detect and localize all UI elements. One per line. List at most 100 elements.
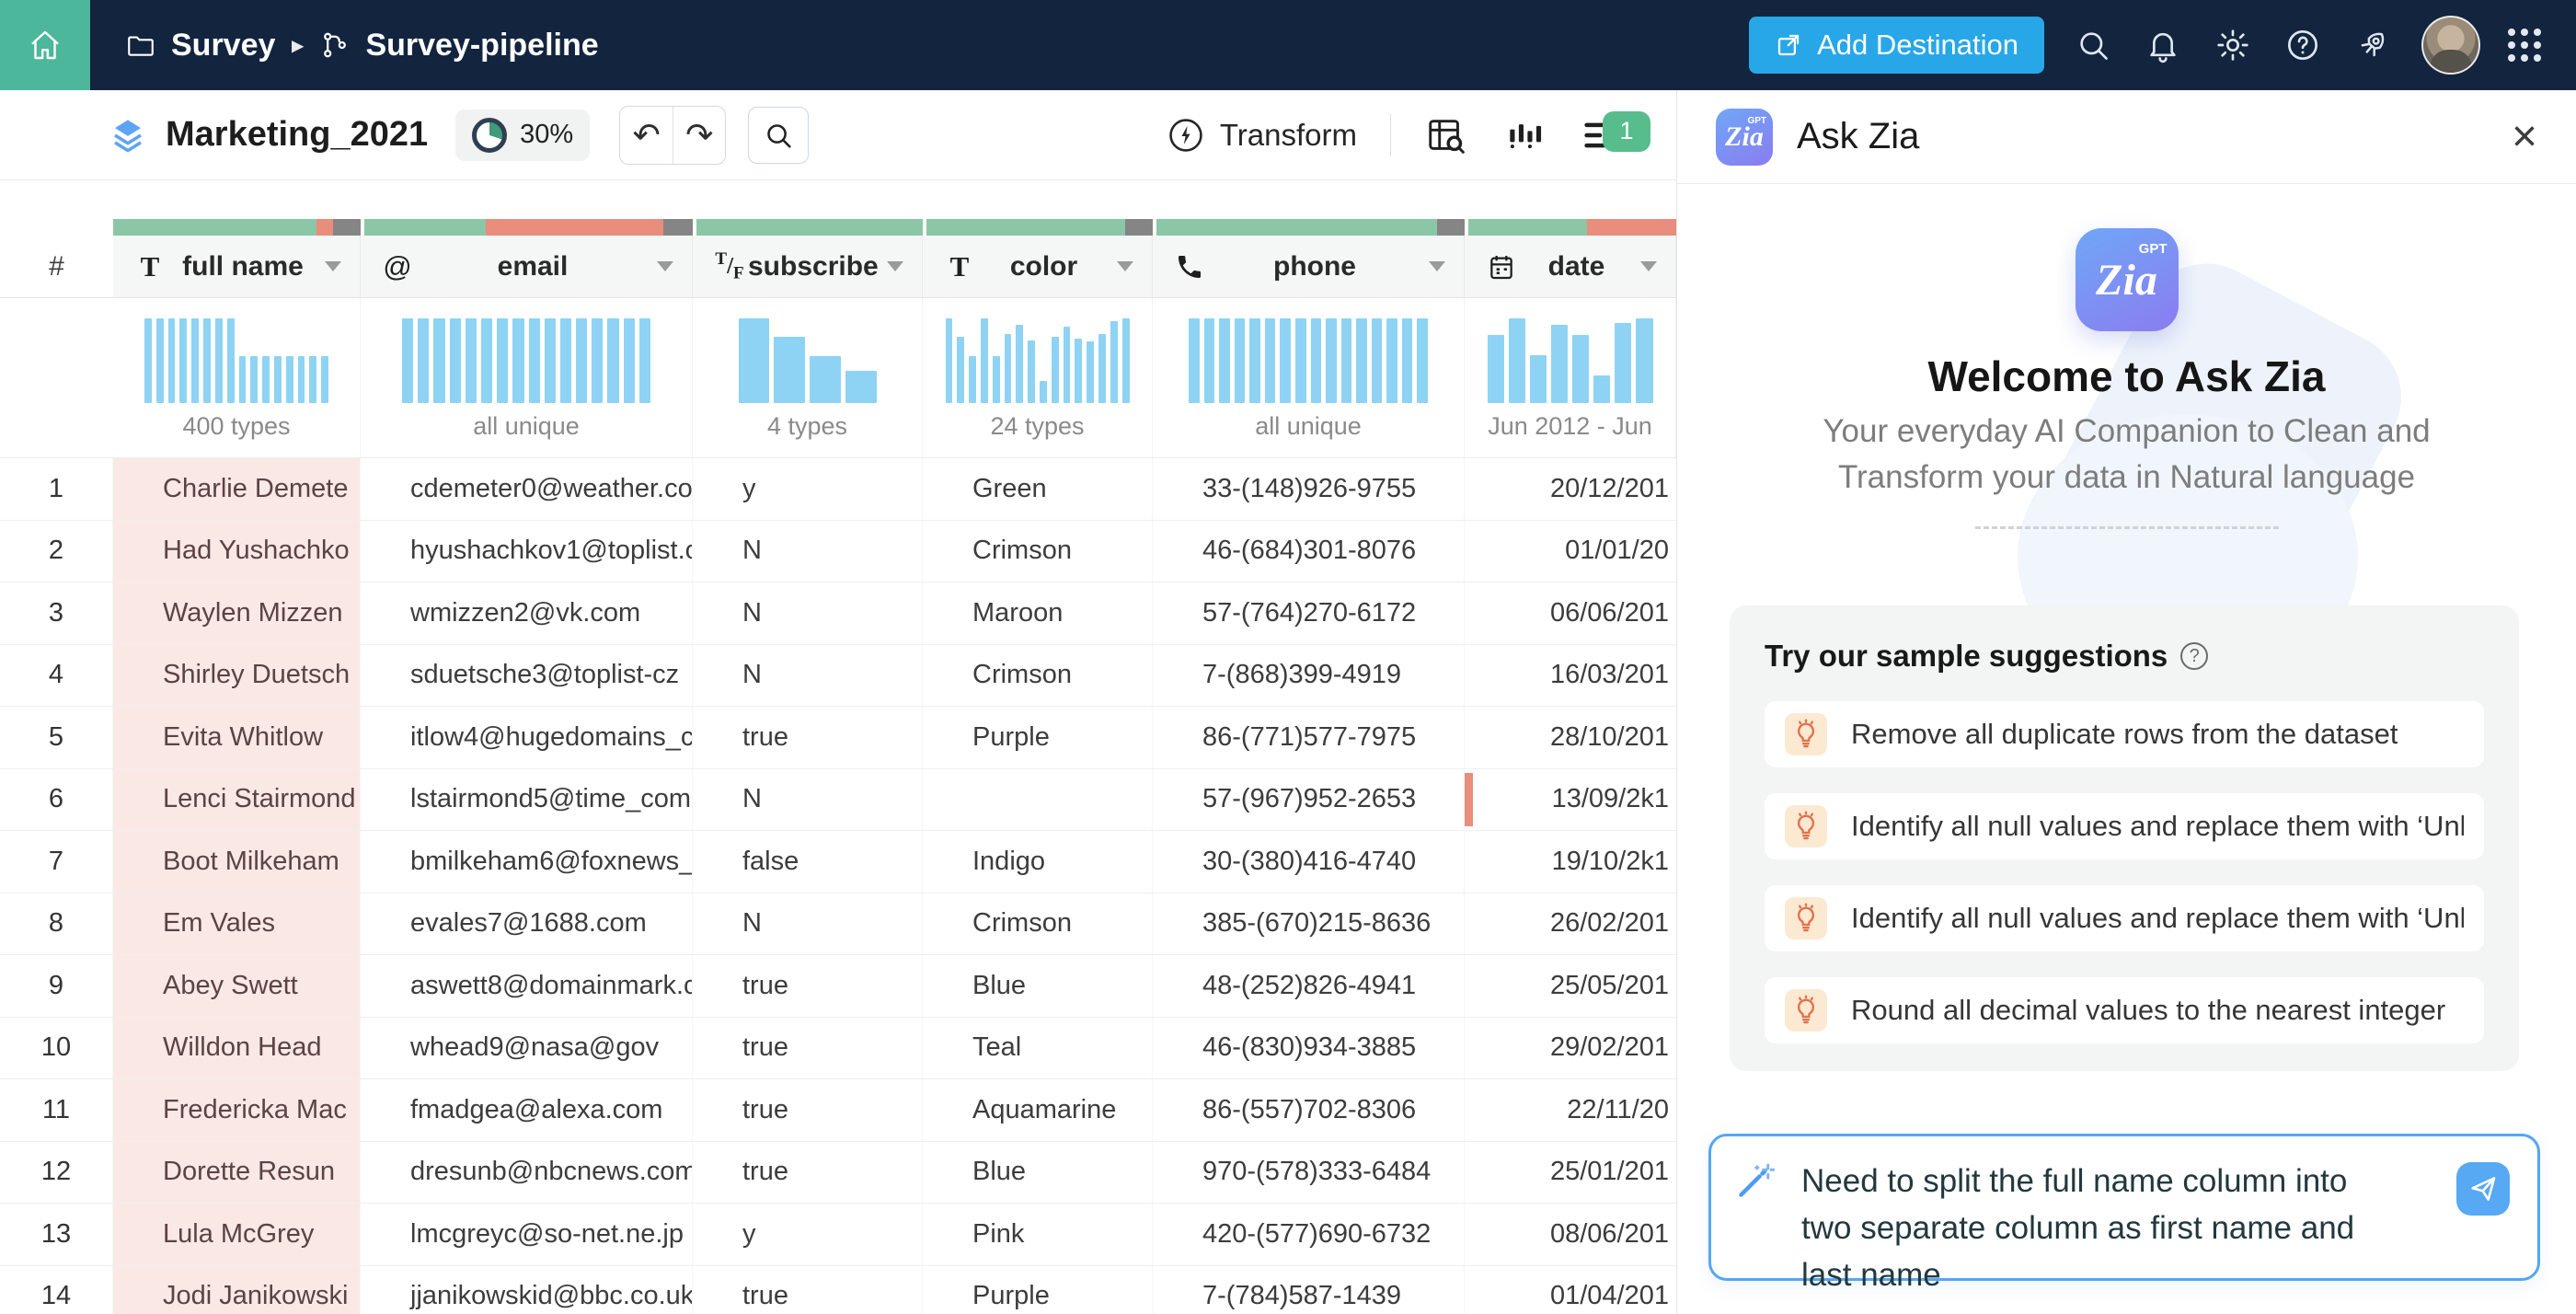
histogram-bar <box>1593 375 1610 403</box>
table-search-button[interactable] <box>748 107 809 164</box>
cell-subscriber: true <box>693 1018 923 1079</box>
histogram-bars <box>1488 318 1653 403</box>
chevron-down-icon[interactable] <box>887 261 903 271</box>
column-header-email[interactable]: @email <box>361 236 693 297</box>
cell-full_name: Shirley Duetsch <box>163 660 350 690</box>
table-row-11: 11Fredericka Macfmadgea@alexa.comtrueAqu… <box>0 1079 1676 1142</box>
table-row-7: 7Boot Milkehambmilkeham6@foxnews_cofalse… <box>0 831 1676 893</box>
histogram-subscriber[interactable]: 4 types <box>693 298 923 457</box>
zia-gpt-badge: GPT <box>1747 116 1766 126</box>
search-icon[interactable] <box>2072 24 2114 66</box>
column-stats-icon[interactable] <box>1501 113 1546 157</box>
table-row-12: 12Dorette Resundresunb@nbcnews.comtrueBl… <box>0 1142 1676 1204</box>
cell-email: whead9@nasa@gov <box>410 1032 659 1063</box>
cell-num: 10 <box>41 1032 71 1063</box>
suggestion-chip-1[interactable]: Remove all duplicate rows from the datas… <box>1765 701 2484 767</box>
cell-phone: 46-(830)934-3885 <box>1153 1018 1465 1079</box>
cell-date: 19/10/2k1 <box>1465 831 1676 893</box>
column-header-subscriber[interactable]: T/Fsubscriber <box>693 236 923 297</box>
rocket-icon[interactable] <box>2352 24 2394 66</box>
bell-icon[interactable] <box>2142 24 2184 66</box>
user-avatar[interactable] <box>2421 16 2480 75</box>
cell-phone: 385-(670)215-8636 <box>1153 893 1465 955</box>
app-root: Survey ▸ Survey-pipeline Add Destination <box>0 0 2576 1314</box>
histogram-bar <box>191 318 199 403</box>
cell-subscriber: true <box>742 1157 788 1187</box>
cell-color: Teal <box>923 1018 1153 1079</box>
send-button[interactable] <box>2456 1162 2510 1216</box>
transform-button[interactable]: Transform <box>1167 116 1357 155</box>
quality-segment-red <box>1587 219 1676 236</box>
zia-input-text[interactable]: Need to split the full name column into … <box>1801 1158 2390 1298</box>
histogram-full-name[interactable]: 400 types <box>113 298 361 457</box>
cell-date: 25/05/201 <box>1550 971 1669 1001</box>
chevron-down-icon[interactable] <box>325 261 341 271</box>
histogram-bar <box>545 318 556 403</box>
histogram-bar <box>607 318 618 403</box>
steps-count-badge: 1 <box>1603 111 1650 152</box>
cell-email: jjanikowskid@bbc.co.uk <box>361 1266 693 1314</box>
cell-num: 4 <box>49 660 63 690</box>
suggestion-chip-2[interactable]: Identify all null values and replace the… <box>1765 793 2484 859</box>
cell-phone: 86-(771)577-7975 <box>1202 722 1416 753</box>
cell-subscriber: y <box>742 474 756 504</box>
cell-date: 22/11/20 <box>1465 1079 1676 1141</box>
preview-table-icon[interactable] <box>1424 113 1468 157</box>
cell-subscriber: N <box>693 582 923 644</box>
zia-input[interactable]: Need to split the full name column into … <box>1708 1134 2540 1281</box>
help-icon[interactable] <box>2282 24 2324 66</box>
histogram-date[interactable]: Jun 2012 - Jun <box>1465 298 1676 457</box>
index-histogram-spacer <box>0 298 113 457</box>
histogram-color[interactable]: 24 types <box>923 298 1153 457</box>
data-quality-pill[interactable]: 30% <box>455 110 590 161</box>
cell-full_name: Lenci Stairmond <box>163 784 356 814</box>
column-header-phone[interactable]: phone <box>1153 236 1465 297</box>
cell-date: 28/10/201 <box>1465 707 1676 768</box>
chevron-down-icon[interactable] <box>657 261 673 271</box>
chevron-down-icon[interactable] <box>1429 261 1445 271</box>
histogram-bar <box>1488 335 1504 403</box>
column-header-full-name[interactable]: Tfull name <box>113 236 361 297</box>
gear-icon[interactable] <box>2212 24 2254 66</box>
close-icon[interactable]: × <box>2512 115 2537 159</box>
quality-donut-icon <box>472 118 507 153</box>
suggestion-chip-3[interactable]: Identify all null values and replace the… <box>1765 885 2484 951</box>
lightbulb-icon <box>1785 989 1827 1032</box>
column-header-date[interactable]: date <box>1465 236 1676 297</box>
pipeline-steps-icon[interactable]: 1 <box>1579 113 1623 157</box>
cell-subscriber: true <box>693 1266 923 1314</box>
add-destination-button[interactable]: Add Destination <box>1749 17 2044 74</box>
undo-button[interactable]: ↶ <box>620 107 673 164</box>
chevron-down-icon[interactable] <box>1117 261 1133 271</box>
table-row-4: 4Shirley Duetschsduetsche3@toplist-czNCr… <box>0 645 1676 708</box>
suggestions-help-icon[interactable]: ? <box>2180 642 2208 670</box>
magic-wand-icon <box>1735 1160 1776 1201</box>
apps-grid-icon[interactable] <box>2508 29 2541 62</box>
cell-phone: 7-(784)587-1439 <box>1153 1266 1465 1314</box>
column-header-color[interactable]: Tcolor <box>923 236 1153 297</box>
histogram-bar <box>1204 318 1215 403</box>
histogram-email[interactable]: all unique <box>361 298 693 457</box>
suggestion-chip-4[interactable]: Round all decimal values to the nearest … <box>1765 977 2484 1043</box>
suggestion-chips: Remove all duplicate rows from the datas… <box>1765 701 2484 1043</box>
column-label: date <box>1520 251 1633 282</box>
chevron-down-icon[interactable] <box>1640 261 1657 271</box>
breadcrumb-pipeline[interactable]: Survey-pipeline <box>319 28 598 63</box>
home-button[interactable] <box>0 0 90 90</box>
histogram-phone[interactable]: all unique <box>1153 298 1465 457</box>
quality-bar-date <box>1465 219 1676 236</box>
cell-num: 2 <box>49 536 63 566</box>
cell-subscriber: N <box>742 908 762 939</box>
table-row-14: 14Jodi Janikowskijjanikowskid@bbc.co.ukt… <box>0 1266 1676 1314</box>
cell-num: 6 <box>49 784 63 814</box>
text-icon: T <box>941 250 978 283</box>
breadcrumb-chevron-icon: ▸ <box>292 32 303 59</box>
histogram-bar <box>845 371 877 403</box>
cell-subscriber: N <box>742 598 762 628</box>
cell-phone: 420-(577)690-6732 <box>1153 1204 1465 1265</box>
cell-date: 20/12/201 <box>1465 458 1676 520</box>
cell-subscriber: true <box>742 722 788 753</box>
breadcrumb-project[interactable]: Survey <box>125 28 275 63</box>
table-row-3: 3Waylen Mizzenwmizzen2@vk.comNMaroon57-(… <box>0 582 1676 645</box>
redo-button[interactable]: ↷ <box>673 107 725 164</box>
